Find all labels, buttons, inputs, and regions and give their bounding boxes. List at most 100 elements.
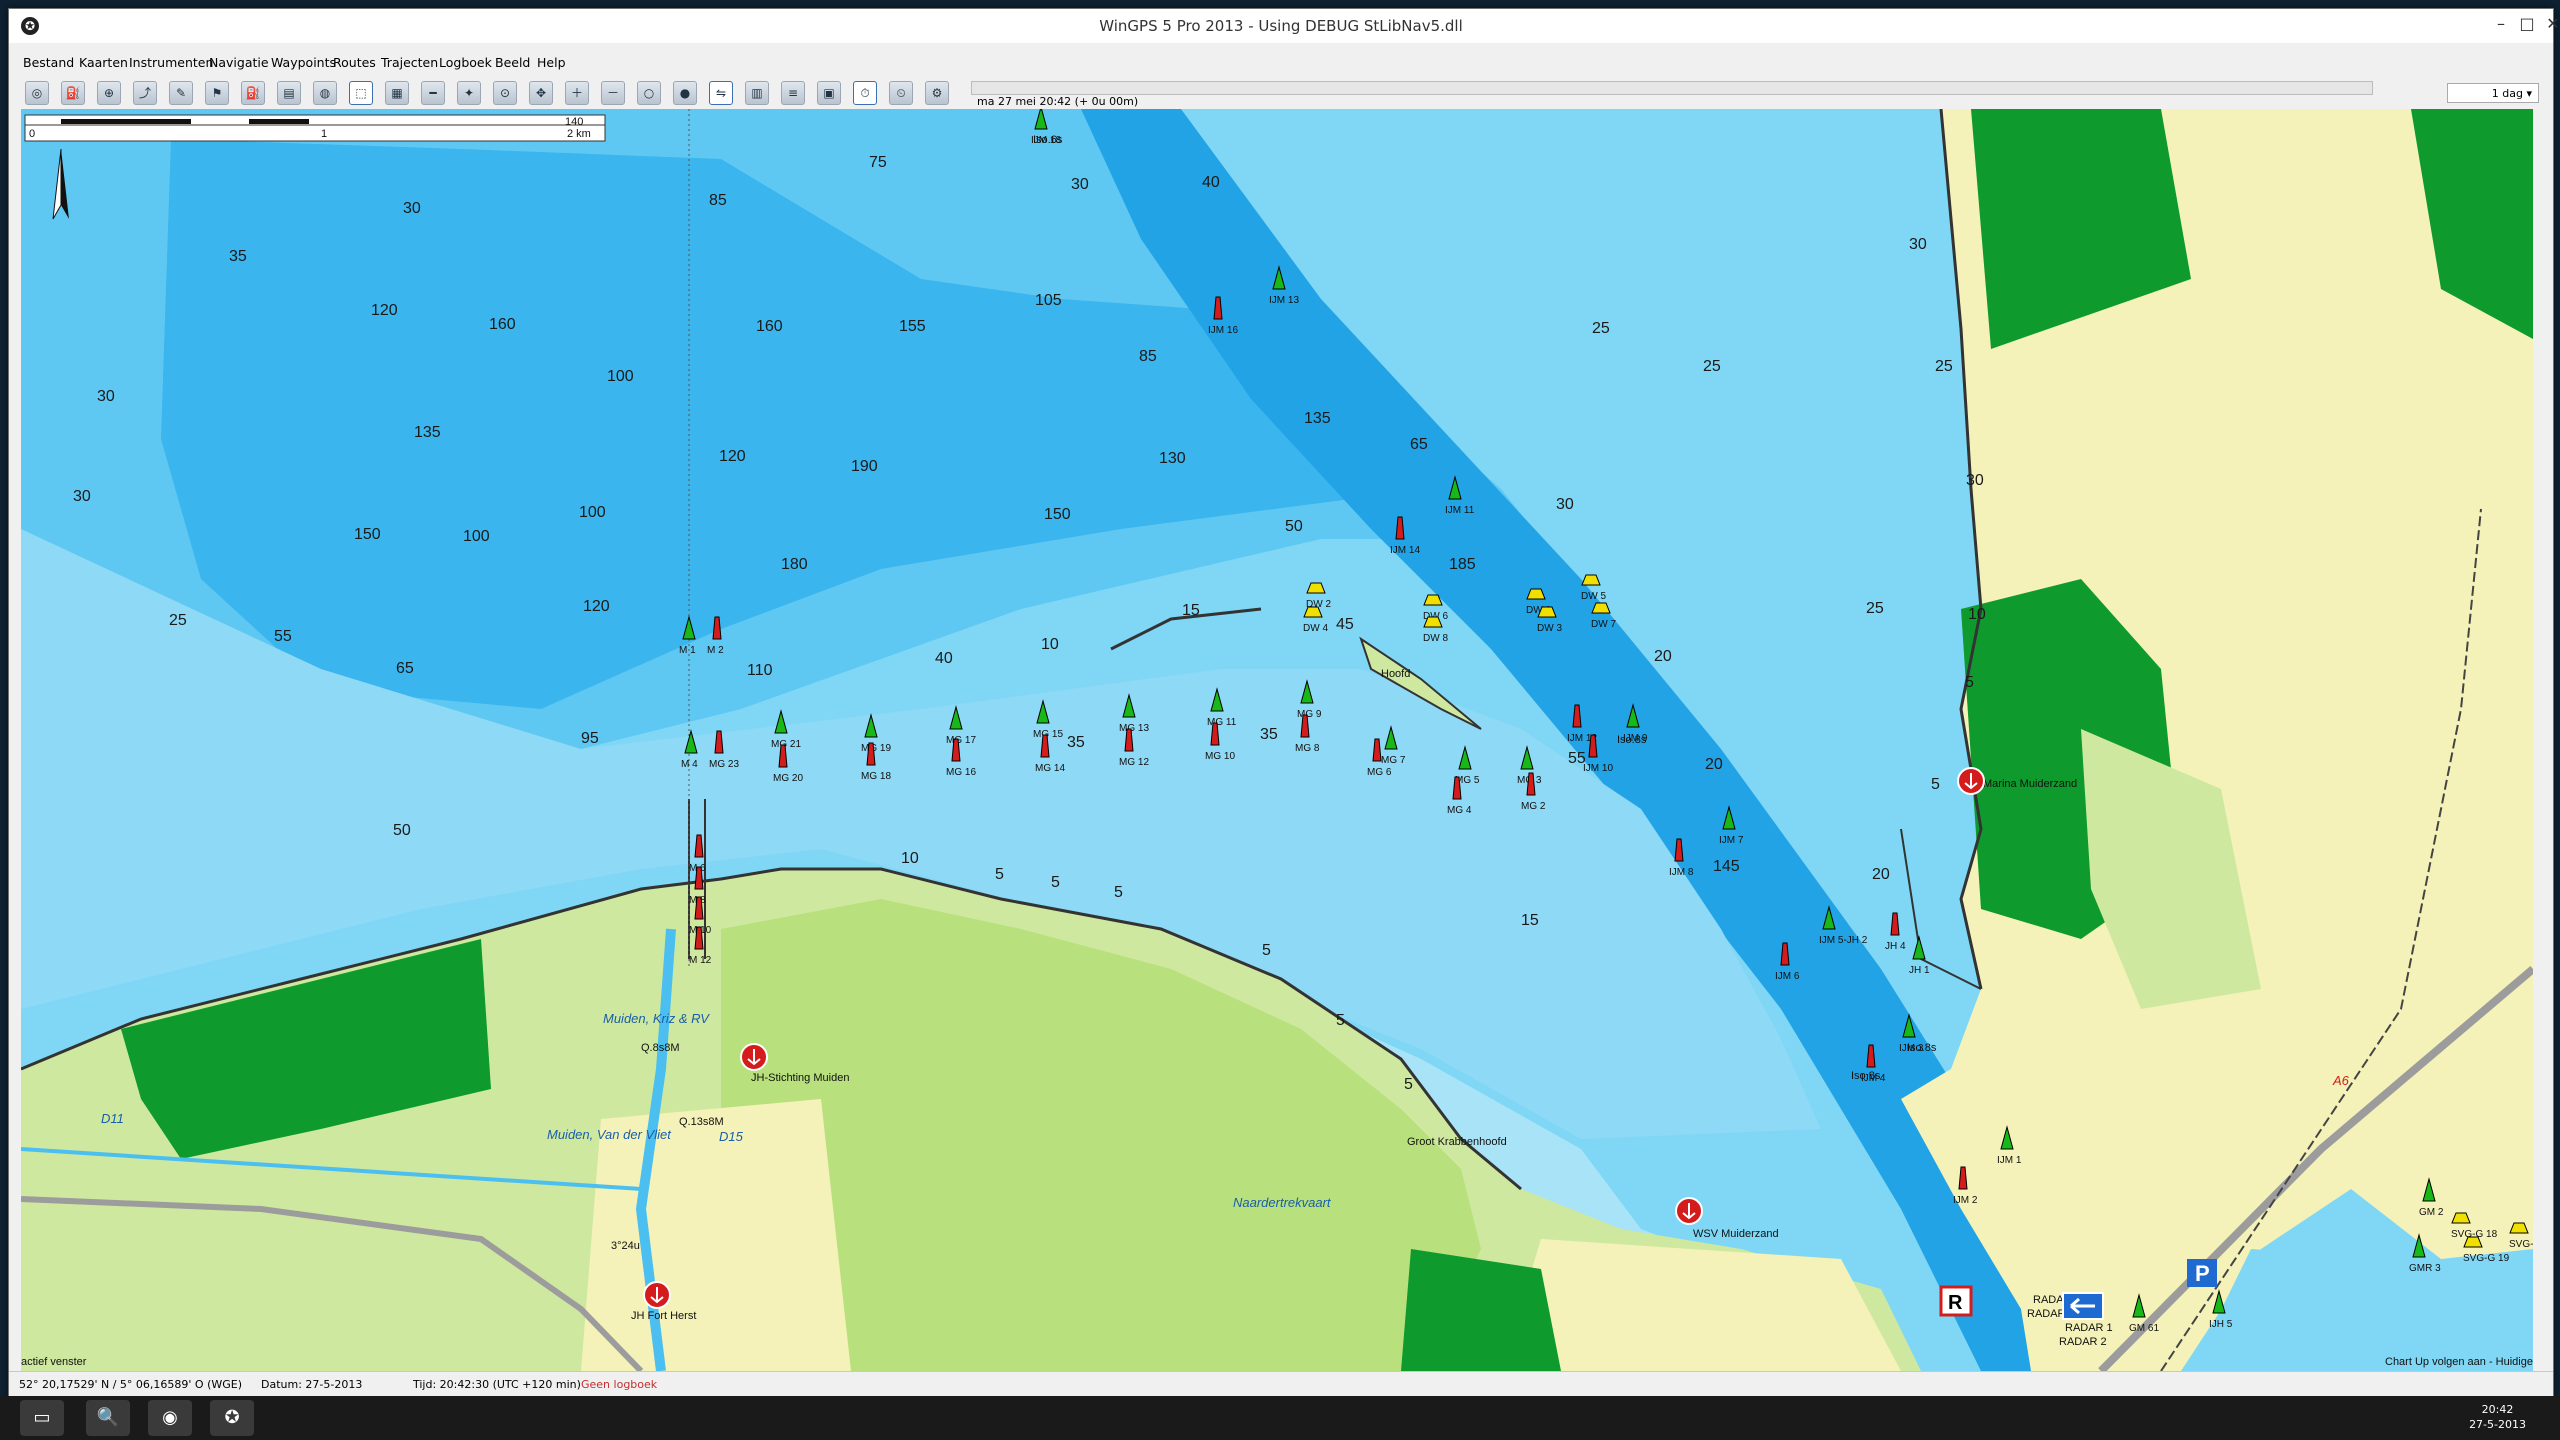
layers-icon[interactable]: ▤ xyxy=(277,81,301,105)
buoy-label: M 1 xyxy=(679,645,696,656)
depth-sounding: 160 xyxy=(489,316,516,333)
place-label: Hoofd xyxy=(1381,668,1410,680)
buoy-label: IJM 16 xyxy=(1208,325,1238,336)
stack-icon[interactable]: ≡ xyxy=(781,81,805,105)
depth-sounding: 25 xyxy=(1866,600,1884,617)
buoy-label: GM 61 xyxy=(2129,1323,2159,1334)
buoy-label: MG 18 xyxy=(861,771,891,782)
zoom-out-icon[interactable]: － xyxy=(601,81,625,105)
harbour-icon[interactable] xyxy=(740,1043,768,1071)
place-label: Iso.6s xyxy=(1033,134,1063,146)
bulb-off-icon[interactable]: ○ xyxy=(637,81,661,105)
select-icon[interactable]: ⬚ xyxy=(349,81,373,105)
period-select[interactable]: 1 dag ▾ xyxy=(2447,83,2539,103)
depth-sounding: 35 xyxy=(1260,726,1278,743)
menu-trajecten[interactable]: Trajecten xyxy=(381,55,438,70)
buoy-label: MG 21 xyxy=(771,739,801,750)
folder-icon[interactable]: ▭ xyxy=(20,1400,64,1436)
depth-sounding: 30 xyxy=(403,200,421,217)
buoy-label: M 4 xyxy=(681,759,698,770)
search-icon[interactable]: 🔍 xyxy=(86,1400,130,1436)
buoy-label: GMR 3 xyxy=(2409,1263,2441,1274)
window-title: WinGPS 5 Pro 2013 - Using DEBUG StLibNav… xyxy=(1099,17,1463,35)
clock2-icon[interactable]: ⏲ xyxy=(889,81,913,105)
depth-sounding: 5 xyxy=(1051,874,1060,891)
buoy-label: MG 16 xyxy=(946,767,976,778)
pan-icon[interactable]: ✥ xyxy=(529,81,553,105)
place-label: RADAR 1 xyxy=(2065,1322,2113,1334)
route-tool-icon[interactable]: ⤴ xyxy=(133,81,157,105)
buoy-label: SVG-G xyxy=(2509,1239,2533,1250)
antenna-icon[interactable]: ⊕ xyxy=(97,81,121,105)
harbour-icon[interactable] xyxy=(1957,767,1985,795)
harbour-icon[interactable] xyxy=(643,1281,671,1309)
settings-icon[interactable]: ⚙ xyxy=(925,81,949,105)
harbour-icon[interactable] xyxy=(1675,1197,1703,1225)
svg-text:P: P xyxy=(2195,1261,2210,1286)
depth-sounding: 5 xyxy=(1931,776,1940,793)
menu-navigatie[interactable]: Navigatie xyxy=(209,55,269,70)
buoy-label: DW 5 xyxy=(1581,591,1606,602)
depth-sounding: 85 xyxy=(709,192,727,209)
time-readout: ma 27 mei 20:42 (+ 0u 00m) xyxy=(977,95,1139,108)
graph-icon[interactable]: ▥ xyxy=(745,81,769,105)
menu-bestand[interactable]: Bestand xyxy=(23,55,74,70)
place-label: 140 xyxy=(565,116,583,128)
title-bar[interactable]: ✪ WinGPS 5 Pro 2013 - Using DEBUG StLibN… xyxy=(9,9,2560,43)
place-label: Groot Krabbenhoofd xyxy=(1407,1136,1507,1148)
depth-sounding: 10 xyxy=(901,850,919,867)
place-label: Iso.8s xyxy=(1907,1042,1937,1054)
menu-logboek[interactable]: Logboek xyxy=(439,55,492,70)
depth-sounding: 160 xyxy=(756,318,783,335)
menu-routes[interactable]: Routes xyxy=(333,55,376,70)
nautical-chart[interactable]: 0 1 2 km 30 75 30 40 35 85 120 160 160 155 105 85 30… xyxy=(21,109,2533,1371)
waypoint-icon[interactable]: ⚑ xyxy=(205,81,229,105)
time-slider[interactable] xyxy=(971,81,2373,95)
bulb-on-icon[interactable]: ● xyxy=(673,81,697,105)
minimize-button[interactable]: – xyxy=(2487,13,2515,35)
zoom-in-icon[interactable]: ＋ xyxy=(565,81,589,105)
globe-icon[interactable]: ◍ xyxy=(313,81,337,105)
target-icon[interactable]: ⊙ xyxy=(493,81,517,105)
place-label: Q.8s8M xyxy=(641,1042,680,1054)
buoy-label: MG 20 xyxy=(773,773,803,784)
menu-kaarten[interactable]: Kaarten xyxy=(79,55,128,70)
depth-sounding: 120 xyxy=(371,302,398,319)
gps-icon[interactable]: ⛽ xyxy=(61,81,85,105)
buoy-label: MG 19 xyxy=(861,743,891,754)
menu-beeld[interactable]: Beeld xyxy=(495,55,530,70)
chart-icon[interactable]: ▦ xyxy=(385,81,409,105)
track-icon[interactable]: ⇋ xyxy=(709,81,733,105)
menu-waypoints[interactable]: Waypoints xyxy=(271,55,336,70)
depth-sounding: 30 xyxy=(1966,472,1984,489)
globe-icon[interactable]: ◉ xyxy=(148,1400,192,1436)
logbook-status[interactable]: Geen logboek xyxy=(581,1378,657,1391)
close-button[interactable]: ✕ xyxy=(2539,13,2560,35)
compass-icon[interactable]: ✪ xyxy=(210,1400,254,1436)
buoy-label: IJM 6 xyxy=(1775,971,1800,982)
fuel-icon[interactable]: ⛽ xyxy=(241,81,265,105)
menu-instrumenten[interactable]: Instrumenten xyxy=(129,55,213,70)
buoy-label: M 2 xyxy=(707,645,724,656)
waterway-label: Naardertrekvaart xyxy=(1233,1195,1332,1210)
ruler-icon[interactable]: ━ xyxy=(421,81,445,105)
depth-sounding: 190 xyxy=(851,458,878,475)
route-edit-icon[interactable]: ✎ xyxy=(169,81,193,105)
buoy-label: M 12 xyxy=(689,955,712,966)
database-icon[interactable]: ▣ xyxy=(817,81,841,105)
speed-icon[interactable]: ◎ xyxy=(25,81,49,105)
date-readout: Datum: 27-5-2013 xyxy=(261,1378,363,1391)
buoy-label: MG 4 xyxy=(1447,805,1472,816)
compass-icon[interactable]: ✦ xyxy=(457,81,481,105)
ship-position-icon[interactable] xyxy=(2062,1292,2104,1320)
buoy-label: MG 6 xyxy=(1367,767,1392,778)
buoy-label: MG 12 xyxy=(1119,757,1149,768)
depth-sounding: 150 xyxy=(354,526,381,543)
clock-icon[interactable]: ⏱ xyxy=(853,81,877,105)
road-label: A6 xyxy=(2332,1073,2350,1088)
depth-sounding: 5 xyxy=(1336,1012,1345,1029)
system-clock[interactable]: 20:42 27-5-2013 xyxy=(2469,1402,2526,1432)
maximize-button[interactable]: □ xyxy=(2513,13,2541,35)
buoy-label: MG 11 xyxy=(1207,717,1237,728)
menu-help[interactable]: Help xyxy=(537,55,566,70)
